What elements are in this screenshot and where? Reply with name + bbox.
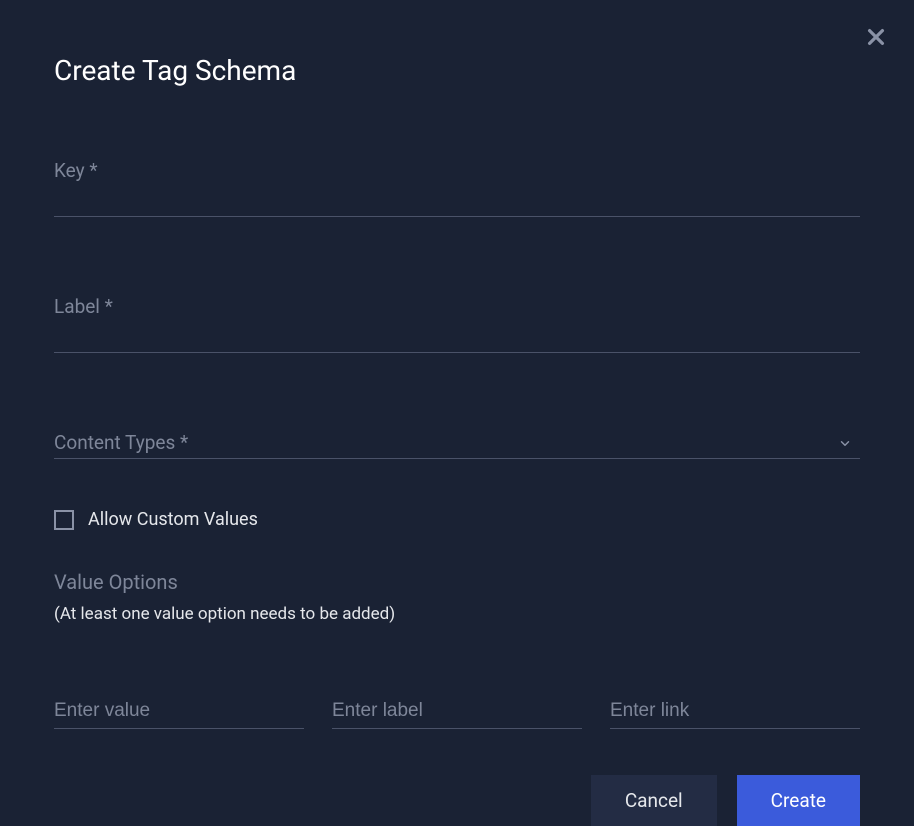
value-link-input[interactable]: [610, 694, 860, 729]
key-label: Key *: [54, 159, 860, 182]
content-types-label: Content Types *: [54, 431, 188, 454]
content-types-field: Content Types *: [54, 431, 860, 459]
value-label-input[interactable]: [332, 694, 582, 729]
key-input[interactable]: [54, 186, 860, 217]
label-label: Label *: [54, 295, 860, 318]
label-field: Label *: [54, 295, 860, 353]
close-icon: [865, 26, 887, 51]
key-field: Key *: [54, 159, 860, 217]
modal-title: Create Tag Schema: [54, 54, 860, 87]
cancel-button[interactable]: Cancel: [591, 775, 717, 826]
content-types-select[interactable]: Content Types *: [54, 431, 860, 459]
value-option-row: [54, 694, 860, 729]
button-row: Cancel Create: [54, 775, 860, 826]
create-tag-schema-modal: Create Tag Schema Key * Label * Content …: [0, 0, 914, 810]
close-button[interactable]: [860, 22, 892, 54]
label-input[interactable]: [54, 322, 860, 353]
allow-custom-checkbox[interactable]: [54, 510, 74, 530]
allow-custom-row: Allow Custom Values: [54, 509, 860, 530]
allow-custom-label[interactable]: Allow Custom Values: [88, 509, 258, 530]
value-options-hint: (At least one value option needs to be a…: [54, 604, 860, 624]
chevron-down-icon: [838, 435, 852, 454]
value-options-heading: Value Options: [54, 570, 860, 594]
create-button[interactable]: Create: [737, 775, 860, 826]
value-input[interactable]: [54, 694, 304, 729]
